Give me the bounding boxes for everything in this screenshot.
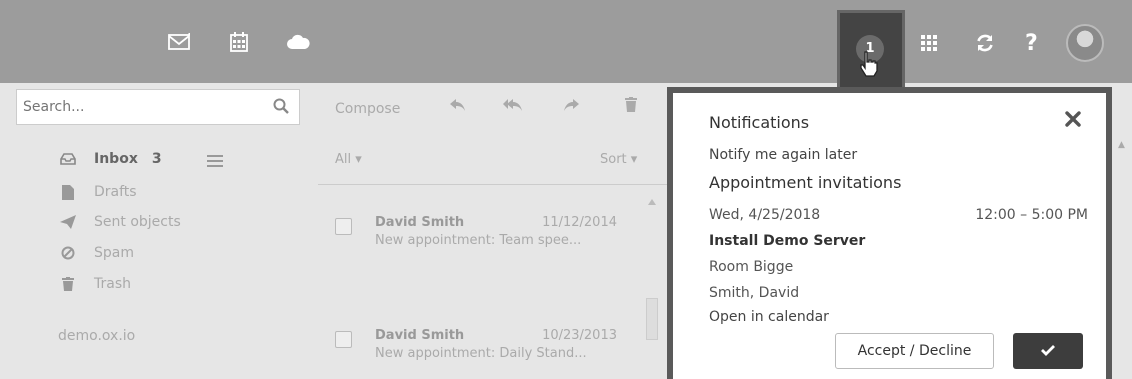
checkmark-icon (1041, 344, 1055, 359)
sidebar-item-label: Drafts (94, 184, 137, 200)
sort-dropdown[interactable]: Sort ▾ (600, 152, 637, 167)
appointment-organizer: Smith, David (709, 285, 800, 301)
refresh-icon[interactable] (975, 32, 995, 54)
ban-icon (58, 246, 78, 260)
search-input[interactable] (17, 90, 267, 124)
detail-scroll-up-arrow-icon[interactable]: ▲ (1118, 140, 1125, 150)
help-icon[interactable]: ? (1025, 31, 1038, 56)
top-bar: 1 ? (0, 0, 1132, 87)
trash-icon (58, 277, 78, 291)
select-checkbox[interactable] (335, 218, 352, 235)
sidebar-item-label: Sent objects (94, 214, 181, 230)
accept-button[interactable] (1013, 333, 1083, 369)
sidebar-item-spam[interactable]: Spam (58, 242, 134, 264)
mail-subject: New appointment: Daily Stand... (375, 346, 587, 361)
calendar-icon[interactable] (226, 31, 252, 53)
notify-later-link[interactable]: Notify me again later (709, 147, 857, 163)
mail-toolbar: Compose (335, 95, 400, 123)
unread-count: 3 (151, 151, 162, 167)
sidebar-item-label: Trash (94, 276, 131, 292)
sidebar-item-drafts[interactable]: Drafts (58, 181, 137, 203)
accept-decline-button[interactable]: Accept / Decline (835, 333, 994, 369)
reply-all-icon[interactable] (502, 97, 524, 117)
mail-date: 11/12/2014 (542, 215, 617, 230)
hand-pointer-icon (858, 51, 880, 81)
appointment-date: Wed, 4/25/2018 (709, 207, 821, 223)
mail-date: 10/23/2013 (542, 328, 617, 343)
mail-sender: David Smith (375, 328, 465, 343)
sidebar-item-label: Inbox (94, 151, 138, 167)
user-avatar[interactable] (1066, 24, 1104, 62)
document-icon (58, 184, 78, 200)
appointment-time: 12:00 – 5:00 PM (975, 207, 1088, 223)
select-checkbox[interactable] (335, 331, 352, 348)
folder-menu-icon[interactable] (207, 152, 223, 171)
paper-plane-icon (58, 215, 78, 229)
reply-icon[interactable] (448, 97, 466, 117)
notifications-button[interactable]: 1 (837, 10, 905, 87)
filter-dropdown[interactable]: All ▾ (335, 152, 362, 167)
search-field-container (16, 89, 300, 125)
open-in-calendar-link[interactable]: Open in calendar (709, 309, 829, 325)
section-title: Appointment invitations (709, 173, 902, 192)
popup-title: Notifications (709, 113, 810, 132)
delete-icon[interactable] (625, 97, 637, 116)
list-divider (318, 184, 668, 185)
mail-sender: David Smith (375, 215, 465, 230)
account-domain[interactable]: demo.ox.io (58, 328, 135, 344)
list-scrollbar[interactable] (646, 298, 658, 340)
compose-button[interactable]: Compose (335, 101, 400, 117)
scroll-up-arrow-icon[interactable] (648, 190, 656, 209)
cloud-icon[interactable] (285, 31, 311, 53)
mail-subject: New appointment: Team spee... (375, 233, 582, 248)
close-icon[interactable] (1065, 111, 1081, 131)
appointment-location: Room Bigge (709, 259, 794, 275)
app-grid-icon[interactable] (921, 32, 937, 54)
forward-icon[interactable] (563, 97, 581, 117)
mail-icon[interactable] (166, 31, 192, 53)
sidebar-item-label: Spam (94, 245, 134, 261)
sidebar-item-inbox[interactable]: Inbox 3 (58, 148, 162, 170)
inbox-icon (58, 153, 78, 165)
notifications-popup: Notifications Notify me again later Appo… (667, 87, 1112, 379)
sidebar-item-sent[interactable]: Sent objects (58, 211, 181, 233)
sidebar-item-trash[interactable]: Trash (58, 273, 131, 295)
search-icon[interactable] (273, 98, 289, 118)
appointment-title: Install Demo Server (709, 233, 866, 249)
